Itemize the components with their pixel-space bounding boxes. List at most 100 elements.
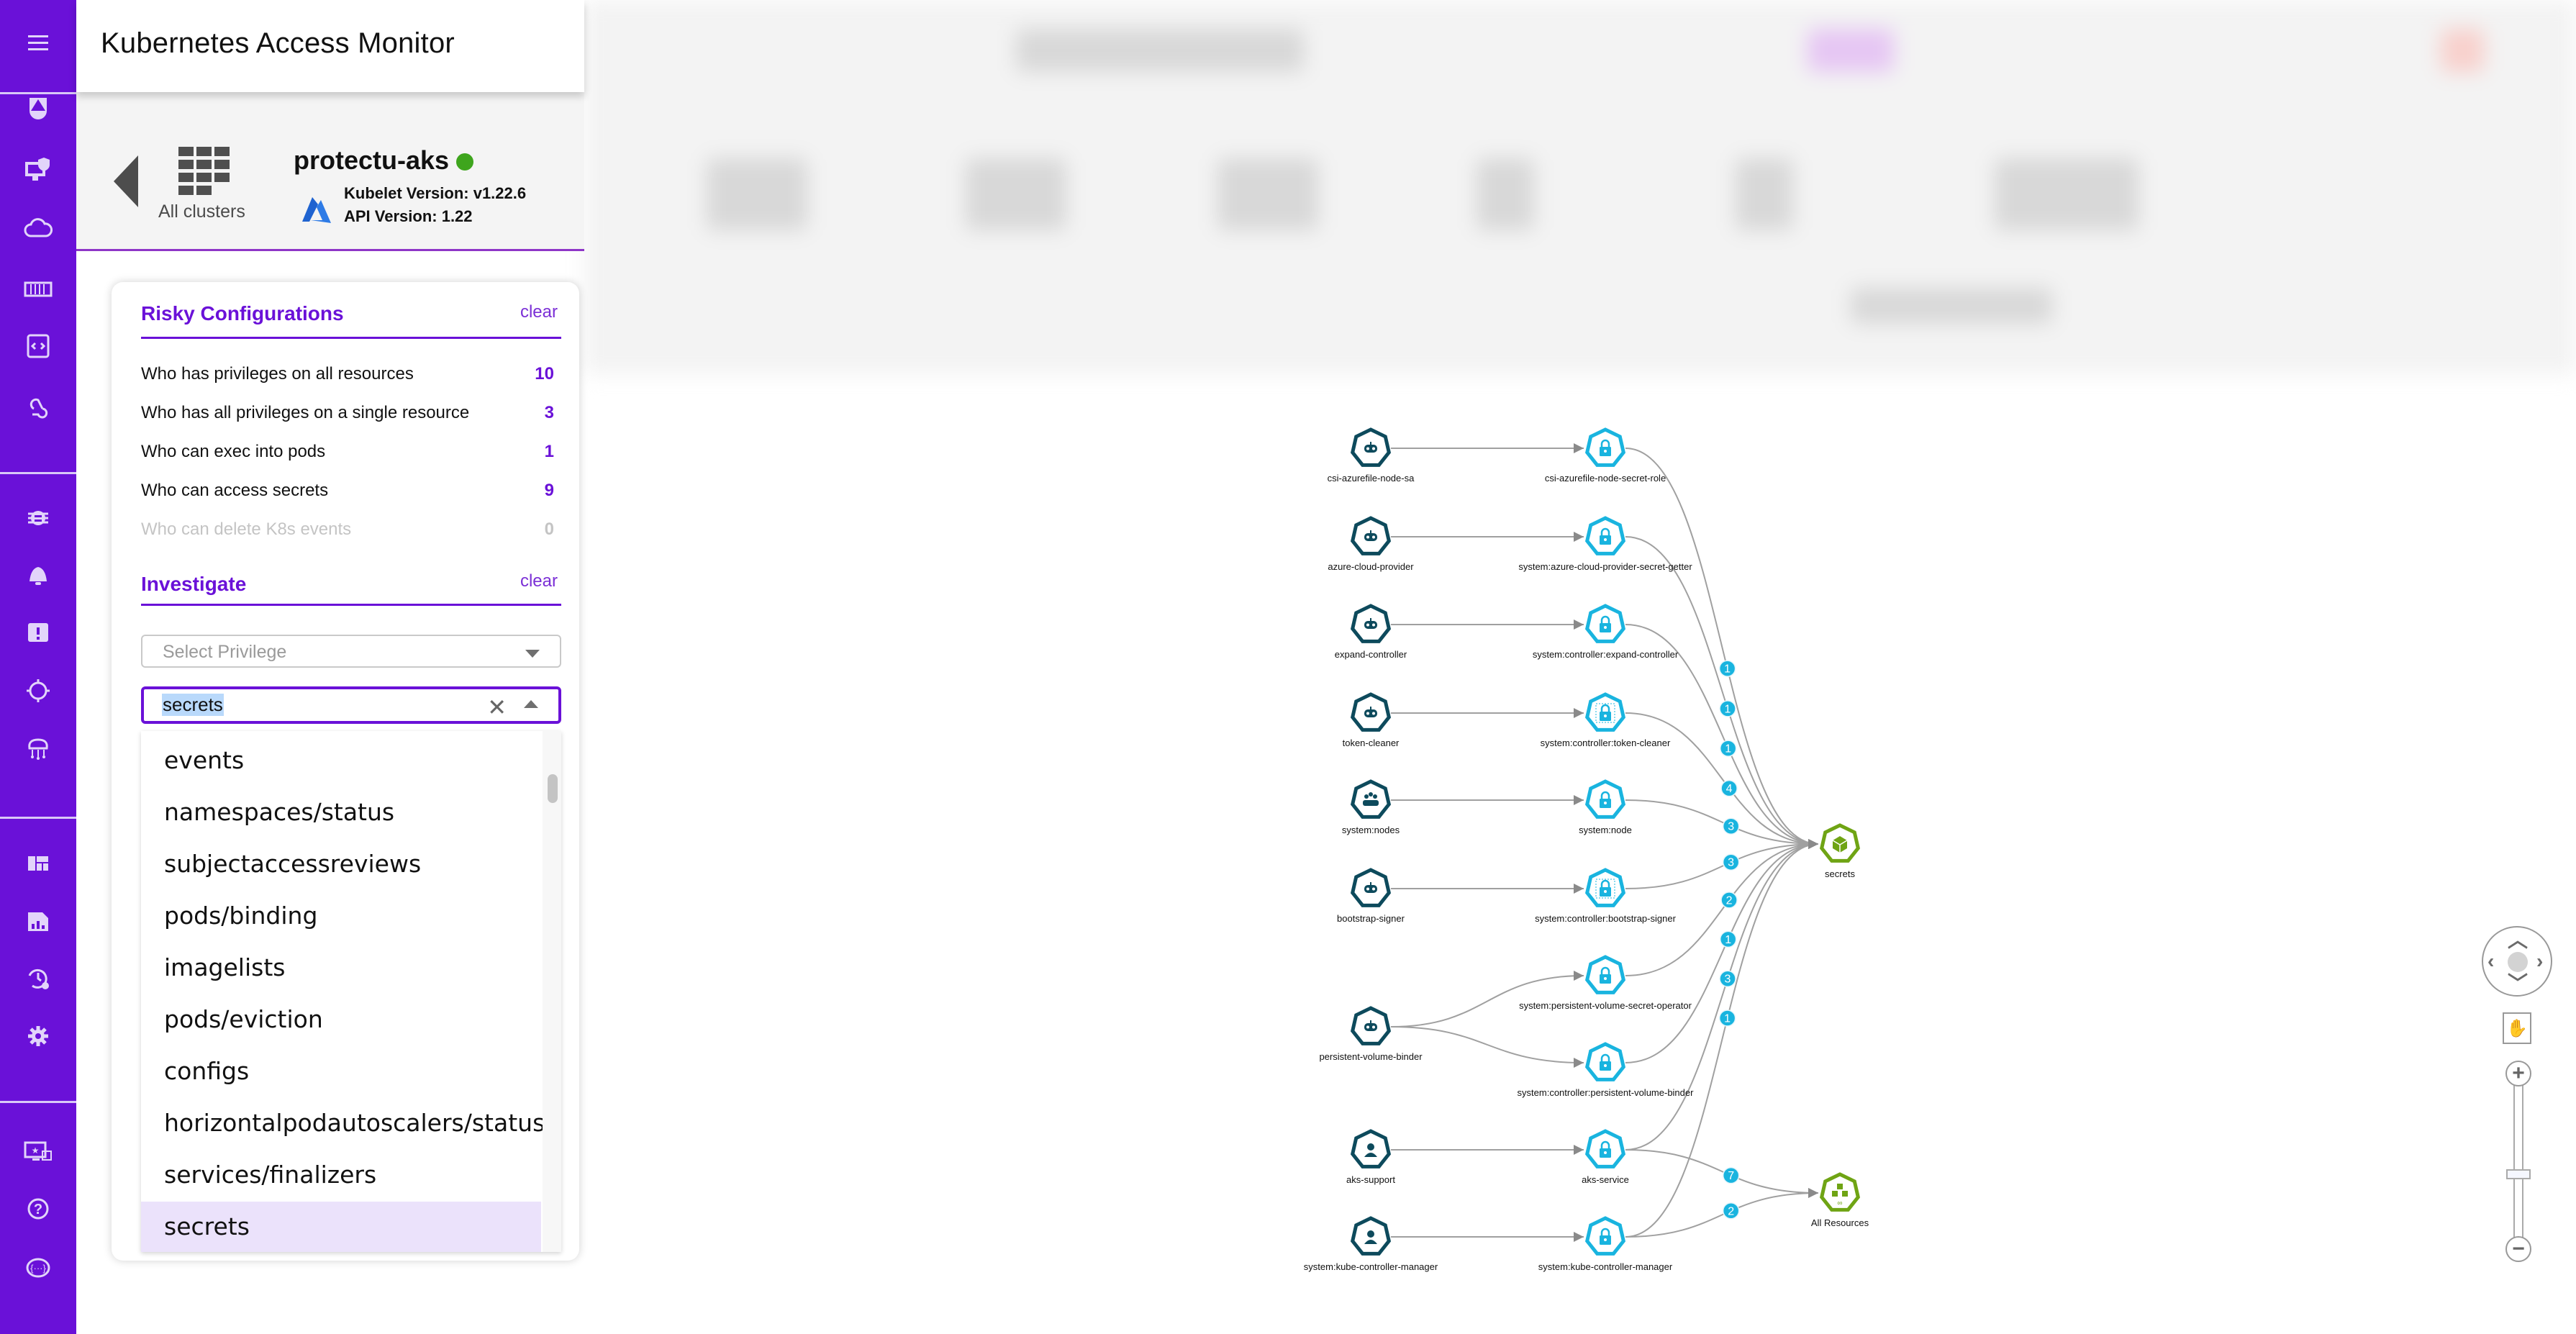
risky-clear-button[interactable]: clear [520, 302, 558, 322]
graph-node-label: system:controller:token-cleaner [1541, 738, 1671, 748]
pan-down-icon[interactable]: ﹀ [2508, 974, 2528, 994]
graph-node-secrets[interactable]: secrets [1819, 823, 1861, 879]
dropdown-option[interactable]: secrets [141, 1202, 541, 1252]
risky-config-item[interactable]: Who can access secrets 9 [141, 481, 554, 501]
hand-tool-button[interactable]: ✋ [2503, 1012, 2531, 1044]
graph-node-s9[interactable]: system:kube-controller-manager [1304, 1216, 1438, 1272]
chevron-down-icon[interactable] [525, 650, 540, 658]
graph-node-r5[interactable]: system:node [1579, 779, 1632, 835]
investigate-divider [141, 604, 561, 606]
pan-right-icon[interactable]: › [2536, 951, 2543, 971]
graph-node-label: system:controller:bootstrap-signer [1535, 913, 1676, 924]
graph-node-all[interactable]: ∞ All Resources [1811, 1172, 1869, 1228]
all-clusters-link[interactable]: All clusters [158, 201, 245, 222]
permission-count-badge[interactable]: 3 [1722, 817, 1740, 835]
risky-configurations-title: Risky Configurations [141, 302, 344, 325]
graph-node-label: aks-support [1346, 1174, 1395, 1185]
graph-node-s8[interactable]: aks-support [1346, 1129, 1395, 1185]
graph-node-r6[interactable]: system:controller:bootstrap-signer [1535, 868, 1677, 924]
permission-edge[interactable] [1625, 799, 1819, 849]
page-title: Kubernetes Access Monitor [101, 27, 455, 59]
permission-count-badge[interactable]: 2 [1720, 891, 1738, 909]
graph-node-s7[interactable]: persistent-volume-binder [1319, 1006, 1423, 1062]
dropdown-scrollbar[interactable] [543, 731, 561, 1252]
dropdown-option[interactable]: imagelists [141, 943, 541, 993]
back-arrow-icon[interactable] [114, 155, 138, 207]
graph-node-label: system:node [1579, 825, 1632, 835]
azure-icon [302, 197, 331, 223]
permission-edge[interactable] [1625, 1149, 1819, 1198]
dropdown-option[interactable]: services/finalizers [141, 1150, 541, 1200]
badge-count: 2 [1728, 1205, 1734, 1217]
permission-edge[interactable] [1625, 536, 1819, 849]
graph-node-r9[interactable]: aks-service [1582, 1129, 1629, 1185]
zoom-out-button[interactable]: − [2505, 1236, 2531, 1262]
graph-node-label: system:azure-cloud-provider-secret-gette… [1518, 561, 1692, 572]
permission-count-badge[interactable]: 4 [1720, 779, 1738, 797]
graph-node-label: token-cleaner [1343, 738, 1400, 748]
graph-node-label: expand-controller [1335, 649, 1407, 660]
clusters-grid-icon[interactable] [178, 147, 232, 196]
risky-config-label: Who has privileges on all resources [141, 364, 414, 384]
permission-edge[interactable] [1625, 1188, 1819, 1238]
pan-up-icon[interactable]: ︿ [2508, 930, 2528, 950]
permission-count-badge[interactable]: 3 [1719, 970, 1736, 987]
graph-node-s2[interactable]: azure-cloud-provider [1328, 516, 1414, 572]
permission-edge[interactable] [1625, 839, 1819, 976]
clear-input-icon[interactable]: ✕ [487, 694, 507, 721]
resource-input-value[interactable]: secrets [162, 694, 224, 716]
permission-count-badge[interactable]: 1 [1719, 930, 1737, 948]
risky-config-item[interactable]: Who can exec into pods 1 [141, 442, 554, 462]
risky-config-item[interactable]: Who has privileges on all resources 10 [141, 364, 554, 384]
dropdown-scrollbar-thumb[interactable] [548, 774, 558, 803]
risky-config-count: 10 [535, 364, 554, 384]
graph-node-r10[interactable]: system:kube-controller-manager [1538, 1216, 1673, 1272]
permission-count-badge[interactable]: 1 [1719, 700, 1736, 717]
dropdown-option[interactable]: pods/binding [141, 891, 541, 941]
permission-count-badge[interactable]: 1 [1719, 740, 1737, 757]
permission-count-badge[interactable]: 3 [1722, 853, 1740, 871]
dropdown-option[interactable]: namespaces/status [141, 787, 541, 838]
dropdown-option[interactable]: events [141, 735, 541, 786]
zoom-slider-handle[interactable] [2506, 1169, 2531, 1180]
chevron-up-icon[interactable] [524, 700, 538, 708]
graph-node-r7[interactable]: system:persistent-volume-secret-operator [1519, 955, 1692, 1011]
badge-count: 3 [1728, 857, 1734, 869]
graph-node-s3[interactable]: expand-controller [1335, 604, 1407, 660]
resource-input[interactable]: secrets ✕ [141, 686, 561, 724]
permission-count-badge[interactable]: 1 [1718, 1009, 1736, 1027]
risky-config-count: 9 [544, 481, 554, 500]
graph-node-s5[interactable]: system:nodes [1342, 779, 1400, 835]
permission-edge[interactable] [1625, 839, 1819, 1063]
permission-edge[interactable] [1625, 839, 1819, 1151]
dropdown-option[interactable]: subjectaccessreviews [141, 839, 541, 889]
graph-node-s4[interactable]: token-cleaner [1343, 692, 1400, 748]
pan-left-icon[interactable]: ‹ [2487, 951, 2494, 971]
investigate-clear-button[interactable]: clear [520, 571, 558, 591]
risky-config-count: 1 [544, 442, 554, 461]
graph-node-label: system:kube-controller-manager [1304, 1261, 1438, 1272]
graph-node-r8[interactable]: system:controller:persistent-volume-bind… [1518, 1042, 1695, 1098]
graph-node-s1[interactable]: csi-azurefile-node-sa [1328, 427, 1415, 484]
graph-node-label: persistent-volume-binder [1319, 1051, 1423, 1062]
badge-count: 2 [1726, 894, 1733, 907]
dropdown-option[interactable]: pods/eviction [141, 994, 541, 1045]
graph-node-s6[interactable]: bootstrap-signer [1337, 868, 1405, 924]
zoom-in-button[interactable]: + [2505, 1061, 2531, 1086]
graph-node-r4[interactable]: system:controller:token-cleaner [1541, 692, 1671, 748]
privilege-select-placeholder: Select Privilege [163, 642, 287, 662]
dropdown-option[interactable]: horizontalpodautoscalers/status [141, 1098, 545, 1148]
app-header: Kubernetes Access Monitor [76, 0, 584, 92]
permission-count-badge[interactable]: 7 [1722, 1166, 1740, 1184]
permission-edge[interactable] [1625, 839, 1819, 889]
graph-node-label: All Resources [1811, 1217, 1869, 1228]
graph-node-r2[interactable]: system:azure-cloud-provider-secret-gette… [1518, 516, 1692, 572]
permission-count-badge[interactable]: 2 [1722, 1202, 1740, 1220]
risky-config-item[interactable]: Who has all privileges on a single resou… [141, 403, 554, 423]
pan-center[interactable] [2508, 952, 2528, 972]
privilege-select[interactable]: Select Privilege [141, 635, 561, 668]
kubelet-version: Kubelet Version: v1.22.6 [344, 184, 527, 202]
badge-count: 1 [1725, 934, 1731, 946]
dropdown-option[interactable]: configs [141, 1046, 541, 1097]
permission-count-badge[interactable]: 1 [1718, 660, 1736, 677]
